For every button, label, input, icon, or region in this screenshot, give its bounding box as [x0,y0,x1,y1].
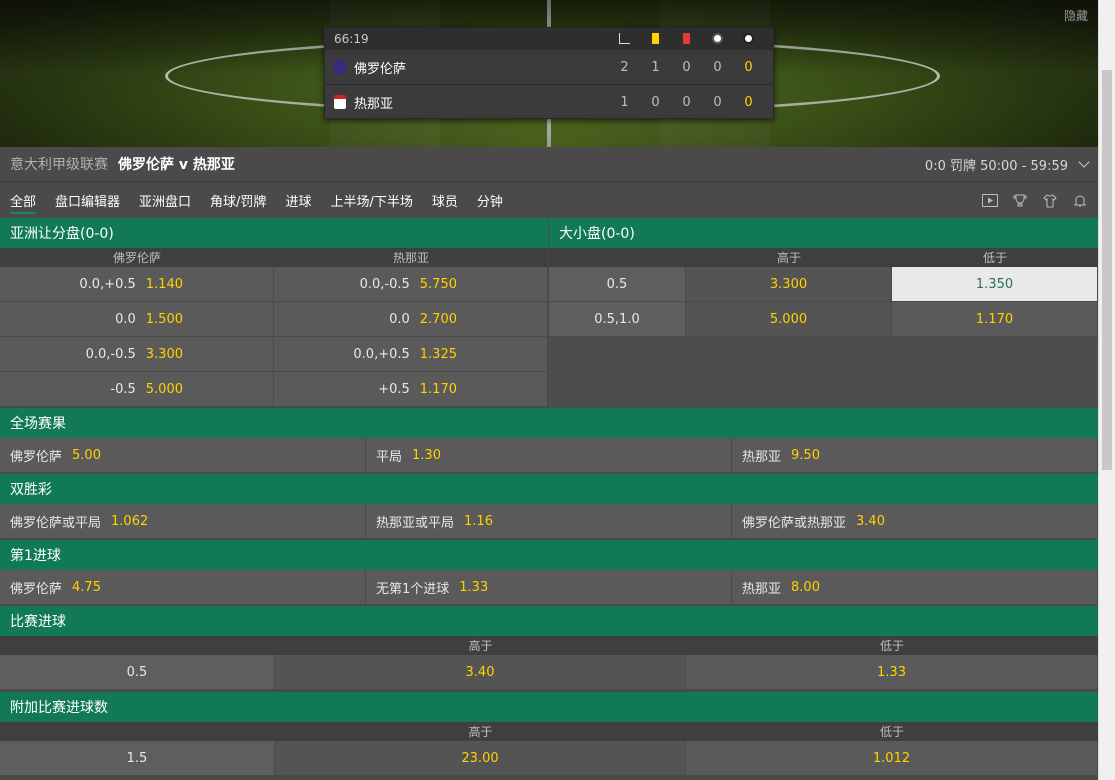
odds-button[interactable]: 0.0,+0.5 1.325 [274,337,548,372]
odds-button[interactable]: 3.300 [686,267,892,302]
odds-button[interactable]: 佛罗伦萨 5.00 [0,438,366,473]
odds-button[interactable]: 1.33 [686,655,1098,690]
odds-button[interactable]: 0.0,-0.5 5.750 [274,267,548,302]
away-red: 0 [682,94,691,110]
market-title[interactable]: 双胜彩 [0,474,1098,504]
line-label: 1.5 [0,741,275,776]
line-label: 0.5,1.0 [549,302,686,337]
home-pen: 0 [713,59,722,75]
tab-halves[interactable]: 上半场/下半场 [330,185,412,216]
odds-button[interactable]: -0.5 5.000 [0,372,274,407]
extra-goals-market: 附加比赛进球数 高于 低于 1.5 23.00 1.012 [0,692,1098,776]
corner-icon [609,33,640,44]
double-chance-market: 双胜彩 佛罗伦萨或平局 1.062 热那亚或平局 1.16 佛罗伦萨或热那亚 3.40 [0,474,1098,539]
away-goals: 0 [744,94,753,110]
tab-asian[interactable]: 亚洲盘口 [139,185,191,216]
home-team-name: 佛罗伦萨 [354,61,407,77]
odds-button[interactable]: 0.0 1.500 [0,302,274,337]
column-header: 热那亚 [392,251,429,265]
home-corners: 2 [620,59,629,75]
market-title[interactable]: 比赛进球 [0,606,1098,636]
scrollbar[interactable] [1098,0,1115,780]
scoreboard-row-away: 热那亚 1 0 0 0 0 [325,84,773,119]
market-tabs: 全部 盘口编辑器 亚洲盘口 角球/罚牌 进球 上半场/下半场 球员 分钟 [0,183,1098,218]
column-header: 低于 [982,251,1007,265]
penalty-icon [702,33,733,44]
odds-button[interactable]: 平局 1.30 [366,438,732,473]
odds-button[interactable]: 佛罗伦萨 4.75 [0,570,366,605]
match-title-bar: 意大利甲级联赛 佛罗伦萨 v 热那亚 0:0 罚牌 50:00 - 59:59 [0,147,1098,182]
odds-button[interactable]: 0.0,-0.5 3.300 [0,337,274,372]
first-goal-market: 第1进球 佛罗伦萨 4.75 无第1个进球 1.33 热那亚 8.00 [0,540,1098,605]
odds-button[interactable]: 5.000 [686,302,892,337]
odds-button[interactable]: 佛罗伦萨或热那亚 3.40 [732,504,1098,539]
scoreboard-row-home: 佛罗伦萨 2 1 0 0 0 [325,49,773,84]
home-red: 0 [682,59,691,75]
odds-button[interactable]: 0.0,+0.5 1.140 [0,267,274,302]
video-icon[interactable] [982,194,998,208]
market-title[interactable]: 第1进球 [0,540,1098,570]
column-header: 低于 [879,639,904,653]
line-label: 0.5 [0,655,275,690]
odds-button[interactable]: 3.40 [275,655,686,690]
tab-goals[interactable]: 进球 [285,185,311,216]
shirt-icon[interactable] [1042,193,1058,208]
odds-button[interactable]: 0.0 2.700 [274,302,548,337]
column-header: 高于 [776,251,801,265]
asian-handicap-market: 亚洲让分盘(0-0) 佛罗伦萨 热那亚 0.0,+0.5 1.140 0.0,-0… [0,218,548,407]
odds-button-selected[interactable]: 1.350 [892,267,1098,302]
column-header: 低于 [879,725,904,739]
match-status: 0:0 罚牌 50:00 - 59:59 [924,158,1068,174]
red-card-icon [671,33,702,44]
home-shirt-icon [334,60,346,74]
odds-button[interactable]: 热那亚 8.00 [732,570,1098,605]
goal-icon [733,33,764,44]
fulltime-market: 全场赛果 佛罗伦萨 5.00 平局 1.30 热那亚 9.50 [0,408,1098,473]
market-title[interactable]: 大小盘(0-0) [549,218,1098,248]
away-pen: 0 [713,94,722,110]
tab-players[interactable]: 球员 [432,185,458,216]
tab-corners-cards[interactable]: 角球/罚牌 [210,185,266,216]
scrollbar-thumb[interactable] [1102,70,1112,470]
tab-minutes[interactable]: 分钟 [477,185,503,216]
column-header: 高于 [468,639,493,653]
odds-button[interactable]: 热那亚 9.50 [732,438,1098,473]
scoreboard: 66:19 佛罗伦萨 2 1 0 0 0 热那亚 1 0 0 0 0 [324,27,774,119]
hide-link[interactable]: 隐藏 [1064,7,1088,24]
chevron-down-icon[interactable] [1078,156,1090,168]
totals-market: 大小盘(0-0) 高于 低于 0.5 3.300 1.350 0.5,1.0 5… [549,218,1098,407]
home-yellow: 1 [651,59,660,75]
market-title[interactable]: 亚洲让分盘(0-0) [0,218,548,248]
yellow-card-icon [640,33,671,44]
away-team-name: 热那亚 [354,96,394,112]
league-name[interactable]: 意大利甲级联赛 [10,154,108,174]
odds-button[interactable]: 1.012 [686,741,1098,776]
away-shirt-icon [334,95,346,109]
market-title[interactable]: 附加比赛进球数 [0,692,1098,722]
home-goals: 0 [744,59,753,75]
odds-button[interactable]: +0.5 1.170 [274,372,548,407]
tab-all[interactable]: 全部 [10,185,37,216]
away-corners: 1 [620,94,629,110]
match-name: 佛罗伦萨 v 热那亚 [118,157,235,173]
trophy-icon[interactable] [1012,194,1028,208]
odds-button[interactable]: 23.00 [275,741,686,776]
odds-button[interactable]: 无第1个进球 1.33 [366,570,732,605]
odds-button[interactable]: 热那亚或平局 1.16 [366,504,732,539]
market-title[interactable]: 全场赛果 [0,408,1098,438]
tab-bet-builder[interactable]: 盘口编辑器 [55,185,120,216]
line-label: 0.5 [549,267,686,302]
odds-button[interactable]: 1.170 [892,302,1098,337]
odds-button[interactable]: 佛罗伦萨或平局 1.062 [0,504,366,539]
column-header: 佛罗伦萨 [112,251,161,265]
match-goals-market: 比赛进球 高于 低于 0.5 3.40 1.33 [0,606,1098,690]
bell-icon[interactable] [1072,194,1088,208]
match-clock: 66:19 [334,31,369,46]
column-header: 高于 [468,725,493,739]
away-yellow: 0 [651,94,660,110]
